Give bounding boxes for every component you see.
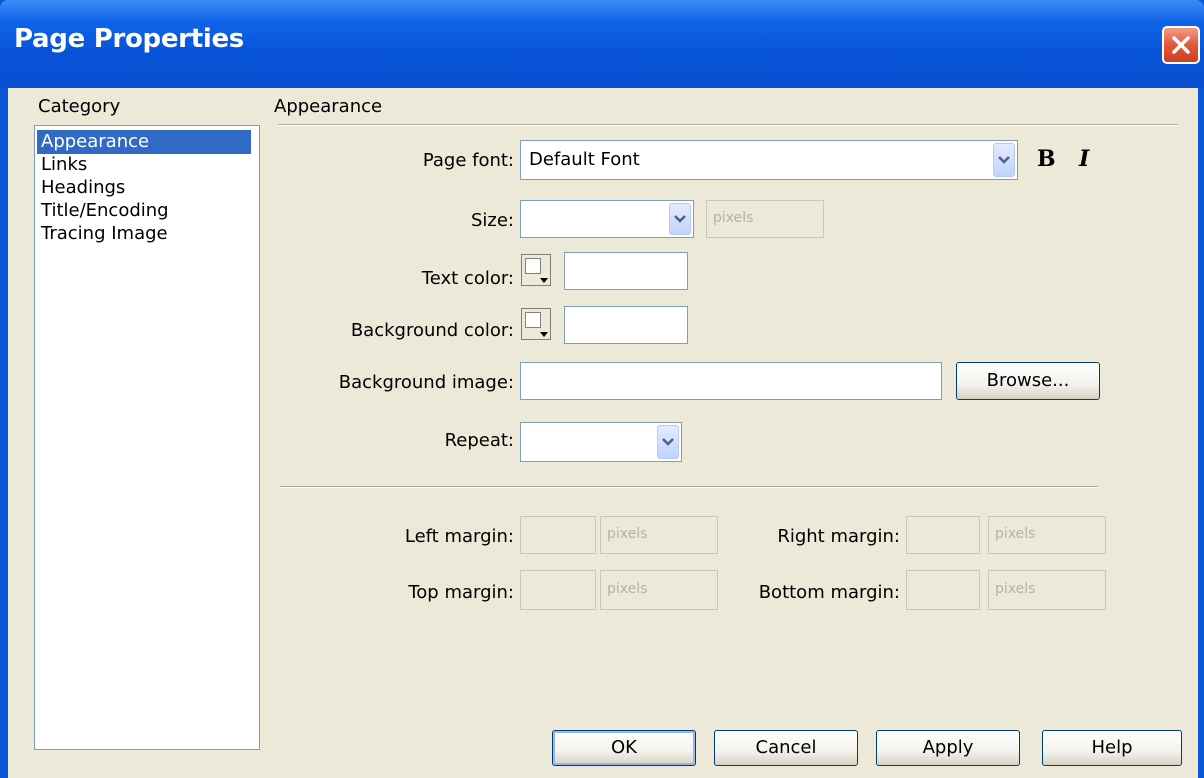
dialog-title: Page Properties xyxy=(14,24,244,54)
background-color-swatch[interactable] xyxy=(521,308,551,340)
background-color-input[interactable] xyxy=(564,306,688,344)
page-properties-dialog: Page Properties Category Appearance Link… xyxy=(0,0,1204,778)
dropdown-triangle-icon xyxy=(540,332,548,337)
margins-divider xyxy=(280,486,1098,488)
title-bar[interactable]: Page Properties xyxy=(0,0,1204,88)
close-icon xyxy=(1172,36,1190,54)
bottom-margin-unit: pixels xyxy=(995,581,1036,597)
top-margin-unit-select: pixels xyxy=(600,570,718,610)
size-unit-select: pixels xyxy=(706,200,824,238)
apply-button[interactable]: Apply xyxy=(876,730,1020,766)
repeat-dropdown-arrow[interactable] xyxy=(657,425,679,459)
category-item-tracing-image[interactable]: Tracing Image xyxy=(37,222,251,246)
right-margin-label: Right margin: xyxy=(777,526,900,547)
close-button[interactable] xyxy=(1162,26,1200,64)
left-margin-unit: pixels xyxy=(607,526,648,542)
text-color-input[interactable] xyxy=(564,252,688,290)
dialog-body: Category Appearance Links Headings Title… xyxy=(8,88,1198,778)
italic-button[interactable]: I xyxy=(1079,146,1089,172)
chevron-down-icon xyxy=(674,215,686,223)
section-title: Appearance xyxy=(274,96,383,117)
repeat-select[interactable] xyxy=(520,422,682,462)
chevron-down-icon xyxy=(998,156,1010,164)
cancel-button[interactable]: Cancel xyxy=(714,730,858,766)
dropdown-triangle-icon xyxy=(540,278,548,283)
size-unit: pixels xyxy=(713,210,754,226)
top-margin-label: Top margin: xyxy=(408,582,514,603)
page-font-select[interactable]: Default Font xyxy=(520,140,1018,180)
chevron-down-icon xyxy=(662,438,674,446)
section-divider xyxy=(278,124,1178,126)
page-font-value: Default Font xyxy=(529,149,640,170)
top-margin-unit: pixels xyxy=(607,581,648,597)
page-font-label: Page font: xyxy=(422,150,514,171)
repeat-label: Repeat: xyxy=(444,430,514,451)
category-list[interactable]: Appearance Links Headings Title/Encoding… xyxy=(34,125,260,750)
category-item-links[interactable]: Links xyxy=(37,153,251,177)
swatch-inner xyxy=(525,312,541,328)
bottom-margin-input xyxy=(906,570,980,610)
ok-button[interactable]: OK xyxy=(552,730,696,766)
bold-button[interactable]: B xyxy=(1037,146,1056,172)
left-margin-label: Left margin: xyxy=(404,526,514,547)
size-dropdown-arrow[interactable] xyxy=(669,203,691,235)
left-margin-unit-select: pixels xyxy=(600,516,718,554)
category-item-title-encoding[interactable]: Title/Encoding xyxy=(37,199,251,223)
text-color-swatch[interactable] xyxy=(521,254,551,286)
page-font-dropdown-arrow[interactable] xyxy=(993,143,1015,177)
swatch-inner xyxy=(525,258,541,274)
bottom-margin-label: Bottom margin: xyxy=(758,582,900,603)
bottom-margin-unit-select: pixels xyxy=(988,570,1106,610)
right-margin-input xyxy=(906,516,980,554)
background-image-input[interactable] xyxy=(520,362,942,400)
browse-button[interactable]: Browse... xyxy=(956,362,1100,400)
right-margin-unit: pixels xyxy=(995,526,1036,542)
right-margin-unit-select: pixels xyxy=(988,516,1106,554)
background-color-label: Background color: xyxy=(350,320,514,341)
category-item-appearance[interactable]: Appearance xyxy=(37,130,251,154)
top-margin-input xyxy=(520,570,596,610)
help-button[interactable]: Help xyxy=(1042,730,1182,766)
category-item-headings[interactable]: Headings xyxy=(37,176,251,200)
text-color-label: Text color: xyxy=(421,268,514,289)
size-label: Size: xyxy=(470,210,514,231)
background-image-label: Background image: xyxy=(338,372,514,393)
left-margin-input xyxy=(520,516,596,554)
category-label: Category xyxy=(38,96,121,117)
size-select[interactable] xyxy=(520,200,694,238)
